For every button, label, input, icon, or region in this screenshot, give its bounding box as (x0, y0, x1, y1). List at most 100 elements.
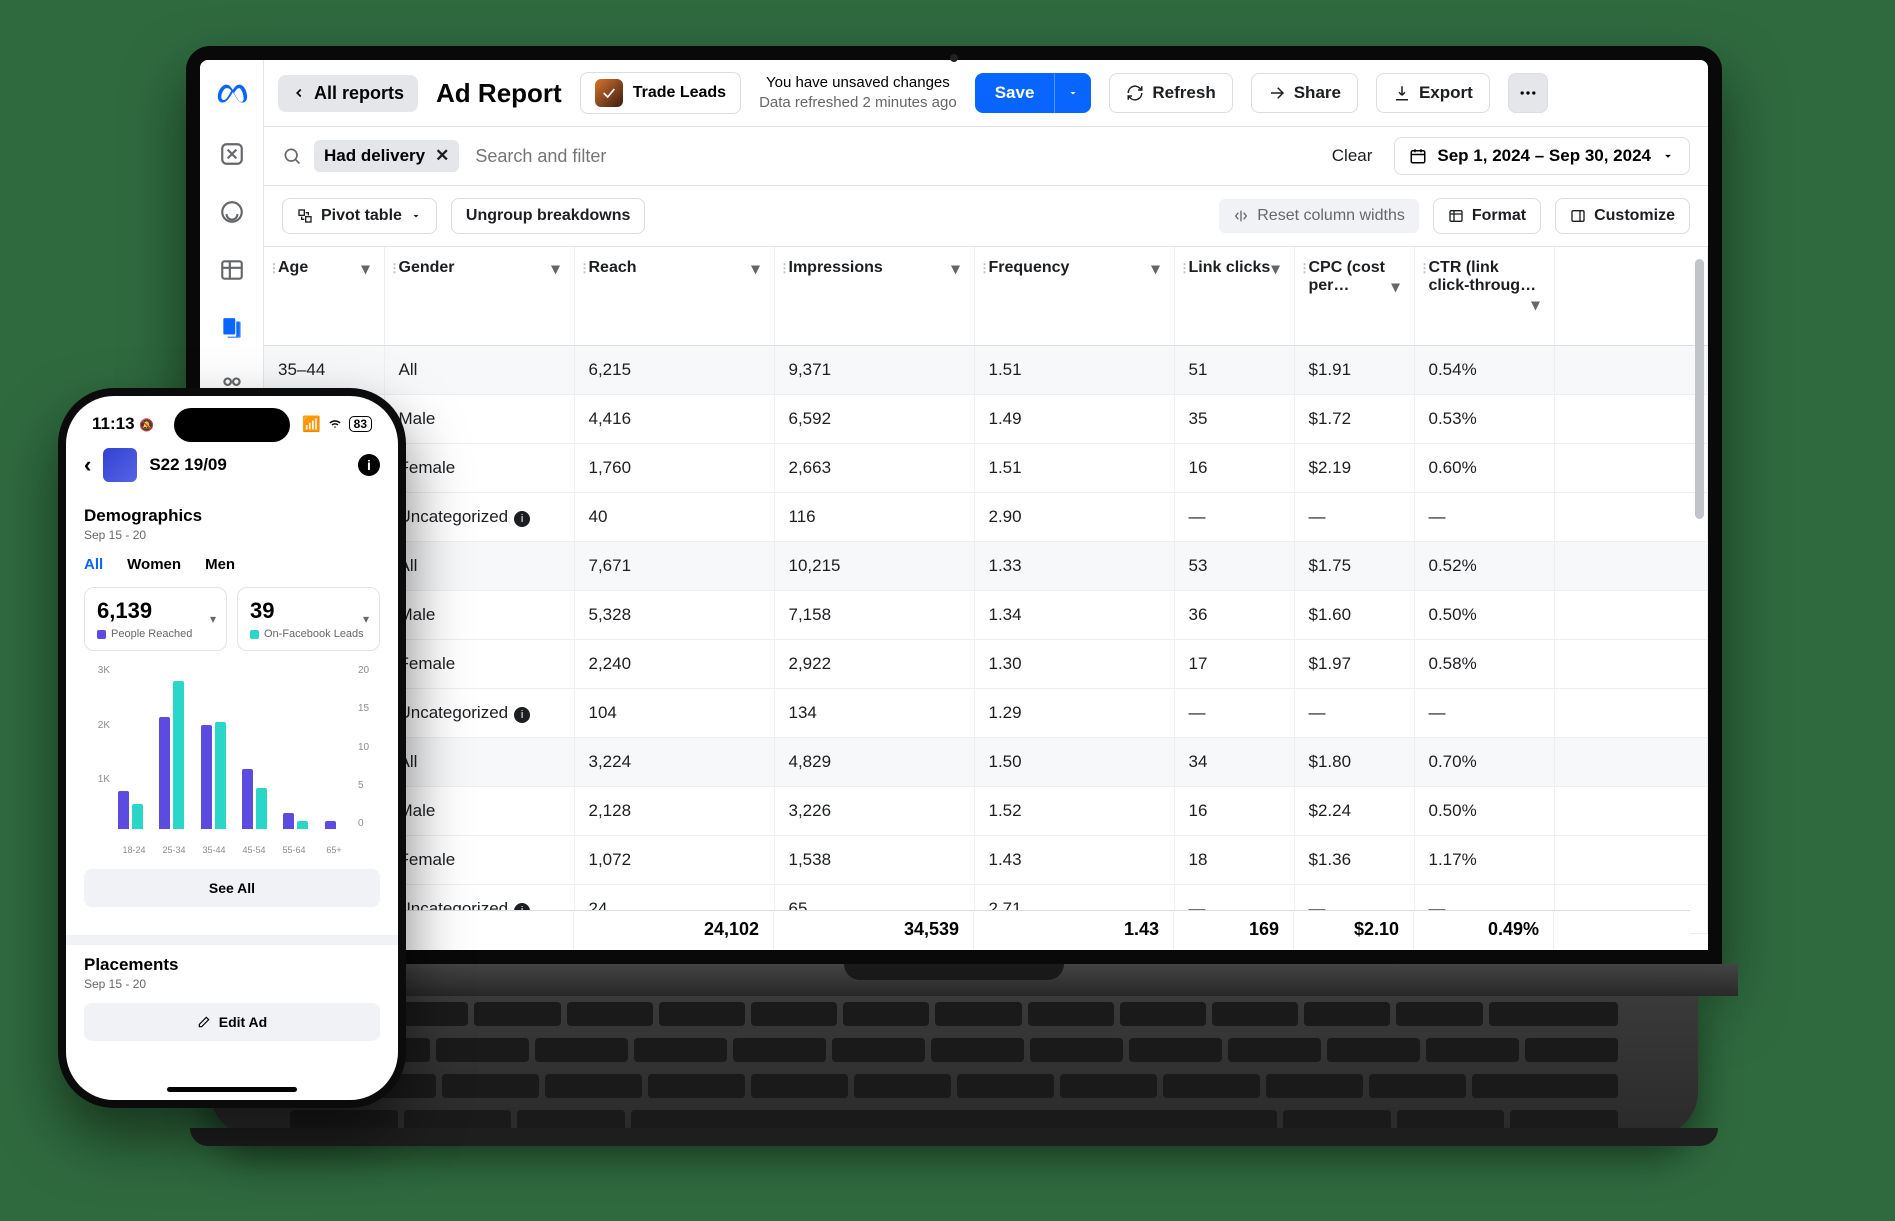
export-button[interactable]: Export (1376, 73, 1490, 113)
cell-frequency: 1.51 (974, 444, 1174, 493)
bar-group (321, 821, 354, 829)
metric-card-reach[interactable]: 6,139 People Reached ▾ (84, 587, 227, 651)
signal-icon: 📶 (302, 415, 321, 433)
main-pane: All reports Ad Report Trade Leads You ha… (264, 60, 1708, 950)
see-all-button[interactable]: See All (84, 869, 380, 907)
column-header-frequency[interactable]: ⋮Frequency▾ (974, 247, 1174, 346)
cell-reach: 2,240 (574, 640, 774, 689)
table-row[interactable]: Uncategorizedi401162.90——— (264, 493, 1708, 542)
unsaved-text: You have unsaved changes (759, 73, 957, 93)
filter-chip-delivery[interactable]: Had delivery ✕ (314, 140, 459, 172)
placements-header: Placements (84, 955, 380, 975)
table-toolbar: Pivot table Ungroup breakdowns Reset col… (264, 186, 1708, 247)
legend-dot-purple (97, 630, 106, 639)
totals-frequency: 1.43 (974, 911, 1174, 950)
cell-impressions: 1,538 (774, 836, 974, 885)
export-label: Export (1419, 83, 1473, 103)
cell-cpc: $2.24 (1294, 787, 1414, 836)
table-row[interactable]: Female1,7602,6631.5116$2.190.60% (264, 444, 1708, 493)
sidebar-item-reports[interactable] (216, 312, 248, 344)
cell-frequency: 1.34 (974, 591, 1174, 640)
table-row[interactable]: Male4,4166,5921.4935$1.720.53% (264, 395, 1708, 444)
cell-impressions: 134 (774, 689, 974, 738)
table-row[interactable]: Uncategorizedi1041341.29——— (264, 689, 1708, 738)
totals-reach: 24,102 (574, 911, 774, 950)
reset-column-widths-button[interactable]: Reset column widths (1219, 199, 1419, 233)
filter-chip-label: Had delivery (324, 146, 425, 166)
filter-bar: Had delivery ✕ Clear Sep 1, 2024 – Sep 3… (264, 127, 1708, 186)
customize-label: Customize (1594, 207, 1675, 225)
info-button[interactable]: i (358, 454, 380, 476)
column-header-cpc[interactable]: ⋮CPC (cost per…▾ (1294, 247, 1414, 346)
sidebar-item-overview[interactable] (216, 196, 248, 228)
save-menu-button[interactable] (1054, 73, 1091, 113)
account-chip[interactable]: Trade Leads (580, 72, 741, 114)
brand-logo-icon (595, 79, 623, 107)
date-range-picker[interactable]: Sep 1, 2024 – Sep 30, 2024 (1394, 137, 1690, 175)
share-button[interactable]: Share (1251, 73, 1358, 113)
table-row[interactable]: Female1,0721,5381.4318$1.361.17% (264, 836, 1708, 885)
table-row[interactable]: Female2,2402,9221.3017$1.970.58% (264, 640, 1708, 689)
info-icon[interactable]: i (514, 511, 530, 527)
table-row[interactable]: 35–44All6,2159,3711.5151$1.910.54% (264, 346, 1708, 395)
tab-men[interactable]: Men (205, 556, 235, 573)
scrollbar-thumb[interactable] (1695, 259, 1704, 519)
tab-all[interactable]: All (84, 556, 103, 573)
save-button[interactable]: Save (975, 73, 1055, 113)
tab-women[interactable]: Women (127, 556, 181, 573)
metric-card-leads[interactable]: 39 On-Facebook Leads ▾ (237, 587, 380, 651)
clear-filters-button[interactable]: Clear (1322, 140, 1383, 172)
y-axis-left: 3K2K1K (84, 665, 110, 829)
cell-ctr: 0.53% (1414, 395, 1554, 444)
cell-gender: Male (384, 591, 574, 640)
top-bar: All reports Ad Report Trade Leads You ha… (264, 60, 1708, 127)
cell-cpc: $1.97 (1294, 640, 1414, 689)
cell-gender: All (384, 346, 574, 395)
cell-impressions: 6,592 (774, 395, 974, 444)
refresh-button[interactable]: Refresh (1109, 73, 1232, 113)
more-button[interactable] (1508, 73, 1548, 113)
table-row[interactable]: All7,67110,2151.3353$1.750.52% (264, 542, 1708, 591)
edit-ad-button[interactable]: Edit Ad (84, 1003, 380, 1041)
cell-reach: 3,224 (574, 738, 774, 787)
back-button[interactable]: ‹ (84, 452, 91, 478)
cell-link-clicks: 18 (1174, 836, 1294, 885)
filter-chip-close-icon[interactable]: ✕ (435, 146, 449, 166)
bar-leads (256, 788, 267, 829)
pivot-table-button[interactable]: Pivot table (282, 198, 437, 234)
column-header-reach[interactable]: ⋮Reach▾ (574, 247, 774, 346)
cell-ctr: — (1414, 493, 1554, 542)
search-input[interactable] (471, 138, 1309, 175)
chevron-down-icon (1661, 149, 1675, 163)
pivot-icon (297, 208, 313, 224)
bar-leads (215, 722, 226, 829)
table-row[interactable]: Male5,3287,1581.3436$1.600.50% (264, 591, 1708, 640)
laptop-screen: All reports Ad Report Trade Leads You ha… (200, 60, 1708, 950)
totals-row: 24,102 34,539 1.43 169 $2.10 0.49% (264, 910, 1690, 950)
cell-ctr: 0.70% (1414, 738, 1554, 787)
sidebar-item-tables[interactable] (216, 254, 248, 286)
bar-people-reached (201, 725, 212, 829)
info-icon[interactable]: i (514, 707, 530, 723)
customize-button[interactable]: Customize (1555, 198, 1690, 234)
all-reports-button[interactable]: All reports (278, 75, 418, 112)
placements-date: Sep 15 - 20 (84, 977, 380, 991)
totals-link-clicks: 169 (1174, 911, 1294, 950)
column-header-ctr[interactable]: ⋮CTR (link click-throug…▾ (1414, 247, 1554, 346)
table-row[interactable]: Male2,1283,2261.5216$2.240.50% (264, 787, 1708, 836)
sidebar-item-account[interactable] (216, 138, 248, 170)
ungroup-button[interactable]: Ungroup breakdowns (451, 198, 645, 234)
column-header-link-clicks[interactable]: ⋮Link clicks▾ (1174, 247, 1294, 346)
format-button[interactable]: Format (1433, 198, 1541, 234)
bar-people-reached (325, 821, 336, 829)
cell-ctr: 1.17% (1414, 836, 1554, 885)
column-header-age[interactable]: ⋮Age▾ (264, 247, 384, 346)
cell-frequency: 1.29 (974, 689, 1174, 738)
share-label: Share (1294, 83, 1341, 103)
cell-frequency: 1.52 (974, 787, 1174, 836)
refresh-status: You have unsaved changes Data refreshed … (759, 73, 957, 114)
column-header-impressions[interactable]: ⋮Impressions▾ (774, 247, 974, 346)
column-header-gender[interactable]: ⋮Gender▾ (384, 247, 574, 346)
report-table-wrap: ⋮Age▾ ⋮Gender▾ ⋮Reach▾ ⋮Impressions▾ ⋮Fr… (264, 247, 1708, 950)
table-row[interactable]: All3,2244,8291.5034$1.800.70% (264, 738, 1708, 787)
